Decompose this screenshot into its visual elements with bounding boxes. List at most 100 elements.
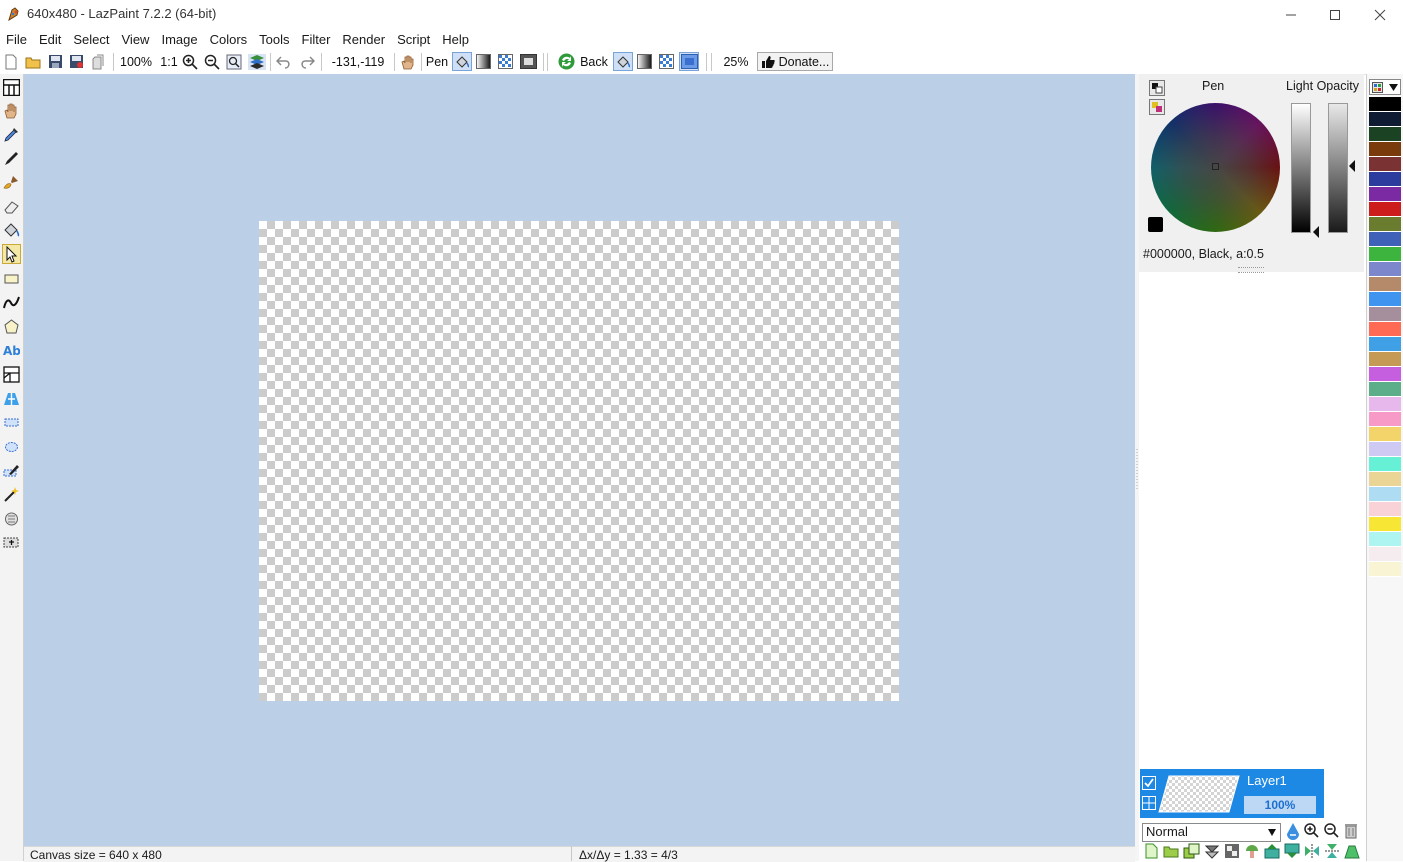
lightness-slider-handle[interactable] <box>1312 226 1320 241</box>
palette-swatch[interactable] <box>1369 307 1401 322</box>
menu-render[interactable]: Render <box>336 30 391 50</box>
new-file-button[interactable] <box>3 52 19 71</box>
pen-gradient-button[interactable] <box>474 52 492 71</box>
merge-layer-button[interactable] <box>1204 843 1220 859</box>
back-gradient-button[interactable] <box>635 52 653 71</box>
palette-swatch[interactable] <box>1369 202 1401 217</box>
toolbox-menu-button[interactable] <box>2 77 21 97</box>
layer-down-button[interactable] <box>1284 843 1300 859</box>
curve-tool[interactable] <box>2 292 21 312</box>
zoom-original-button[interactable]: 1:1 <box>159 52 179 71</box>
palette-swatch[interactable] <box>1369 97 1401 112</box>
pen-transparency-button[interactable] <box>518 52 538 71</box>
menu-image[interactable]: Image <box>155 30 203 50</box>
flip-horizontal-button[interactable] <box>1304 843 1320 859</box>
layer-zoom-in-button[interactable] <box>1303 822 1321 840</box>
polygon-tool[interactable] <box>2 316 21 336</box>
hand-tool-button[interactable] <box>399 52 417 71</box>
palette-swatch[interactable] <box>1369 382 1401 397</box>
pen-texture-button[interactable] <box>496 52 514 71</box>
move-selection-tool[interactable] <box>2 532 21 552</box>
layer-properties-button[interactable] <box>1224 843 1240 859</box>
brush-tool[interactable] <box>2 172 21 192</box>
palette-swatch[interactable] <box>1369 367 1401 382</box>
rectangle-tool[interactable] <box>2 268 21 288</box>
redo-button[interactable] <box>298 52 316 71</box>
palette-swatch[interactable] <box>1369 217 1401 232</box>
reload-button[interactable] <box>89 52 107 71</box>
palette-swatch[interactable] <box>1369 457 1401 472</box>
save-as-button[interactable] <box>67 52 85 71</box>
layer-effects-button[interactable] <box>1284 822 1302 840</box>
select-rectangle-tool[interactable] <box>2 412 21 432</box>
minimize-button[interactable] <box>1268 0 1314 29</box>
swap-colors-button[interactable] <box>556 52 576 71</box>
palette-swatch[interactable] <box>1369 142 1401 157</box>
palette-swatch[interactable] <box>1369 472 1401 487</box>
palette-swatch[interactable] <box>1369 502 1401 517</box>
pen-solid-fill-button[interactable] <box>452 52 472 71</box>
palette-swatch[interactable] <box>1369 547 1401 562</box>
menu-select[interactable]: Select <box>67 30 115 50</box>
delete-layer-button[interactable] <box>1343 822 1361 840</box>
color-picker-tool[interactable] <box>2 124 21 144</box>
zoom-value[interactable]: 100% <box>117 52 155 71</box>
palette-menu-button[interactable] <box>1369 79 1401 95</box>
palette-swatch[interactable] <box>1369 322 1401 337</box>
undo-button[interactable] <box>275 52 293 71</box>
lightness-slider[interactable] <box>1291 103 1311 233</box>
menu-view[interactable]: View <box>116 30 156 50</box>
zoom-out-button[interactable] <box>203 52 221 71</box>
palette-swatch[interactable] <box>1369 112 1401 127</box>
select-ellipse-tool[interactable] <box>2 436 21 456</box>
deformation-grid-tool[interactable] <box>2 388 21 408</box>
palette-swatch[interactable] <box>1369 487 1401 502</box>
layer-opacity-value[interactable]: 100% <box>1244 796 1316 814</box>
palette-swatch[interactable] <box>1369 247 1401 262</box>
palette-swatch[interactable] <box>1369 337 1401 352</box>
color-wheel-cursor[interactable] <box>1212 163 1219 170</box>
pen-tool[interactable] <box>2 148 21 168</box>
palette-swatch[interactable] <box>1369 187 1401 202</box>
palette-swatch[interactable] <box>1369 232 1401 247</box>
zoom-in-button[interactable] <box>181 52 199 71</box>
opacity-slider[interactable] <box>1328 103 1348 233</box>
panel-resize-grip[interactable] <box>1238 267 1264 273</box>
flood-fill-tool[interactable] <box>2 220 21 240</box>
palette-swatch[interactable] <box>1369 352 1401 367</box>
add-layer-button[interactable] <box>1144 843 1160 859</box>
menu-colors[interactable]: Colors <box>204 30 254 50</box>
menu-tools[interactable]: Tools <box>253 30 295 50</box>
palette-swatch[interactable] <box>1369 412 1401 427</box>
import-layer-button[interactable] <box>1163 843 1179 859</box>
palette-swatch[interactable] <box>1369 292 1401 307</box>
duplicate-layer-button[interactable] <box>1183 843 1201 859</box>
palette-swatch[interactable] <box>1369 277 1401 292</box>
text-tool[interactable]: Ab <box>2 340 21 360</box>
palette-swatch[interactable] <box>1369 427 1401 442</box>
hand-tool[interactable] <box>2 100 21 120</box>
layer-zoom-out-button[interactable] <box>1323 822 1341 840</box>
palette-swatch[interactable] <box>1369 562 1401 577</box>
palette-swatch[interactable] <box>1369 517 1401 532</box>
menu-filter[interactable]: Filter <box>296 30 337 50</box>
layers-toggle-button[interactable] <box>247 52 267 71</box>
rasterize-layer-button[interactable] <box>1244 843 1260 859</box>
palette-swatch[interactable] <box>1369 157 1401 172</box>
layer-perspective-button[interactable] <box>1344 843 1360 859</box>
select-pen-tool[interactable] <box>2 460 21 480</box>
color-panel-back-toggle[interactable] <box>1149 99 1165 115</box>
layer-visible-checkbox-overlay[interactable] <box>1142 776 1156 790</box>
opacity-value[interactable]: 25% <box>718 52 754 71</box>
back-texture-button[interactable] <box>657 52 675 71</box>
image-canvas[interactable] <box>259 221 899 701</box>
layer-up-button[interactable] <box>1264 843 1280 859</box>
palette-swatch[interactable] <box>1369 262 1401 277</box>
edit-shape-tool[interactable] <box>2 244 21 264</box>
maximize-button[interactable] <box>1312 0 1358 29</box>
palette-swatch[interactable] <box>1369 397 1401 412</box>
layer-options-icon-overlay[interactable] <box>1142 796 1156 810</box>
menu-edit[interactable]: Edit <box>33 30 67 50</box>
close-button[interactable] <box>1357 0 1403 29</box>
palette-swatch[interactable] <box>1369 442 1401 457</box>
